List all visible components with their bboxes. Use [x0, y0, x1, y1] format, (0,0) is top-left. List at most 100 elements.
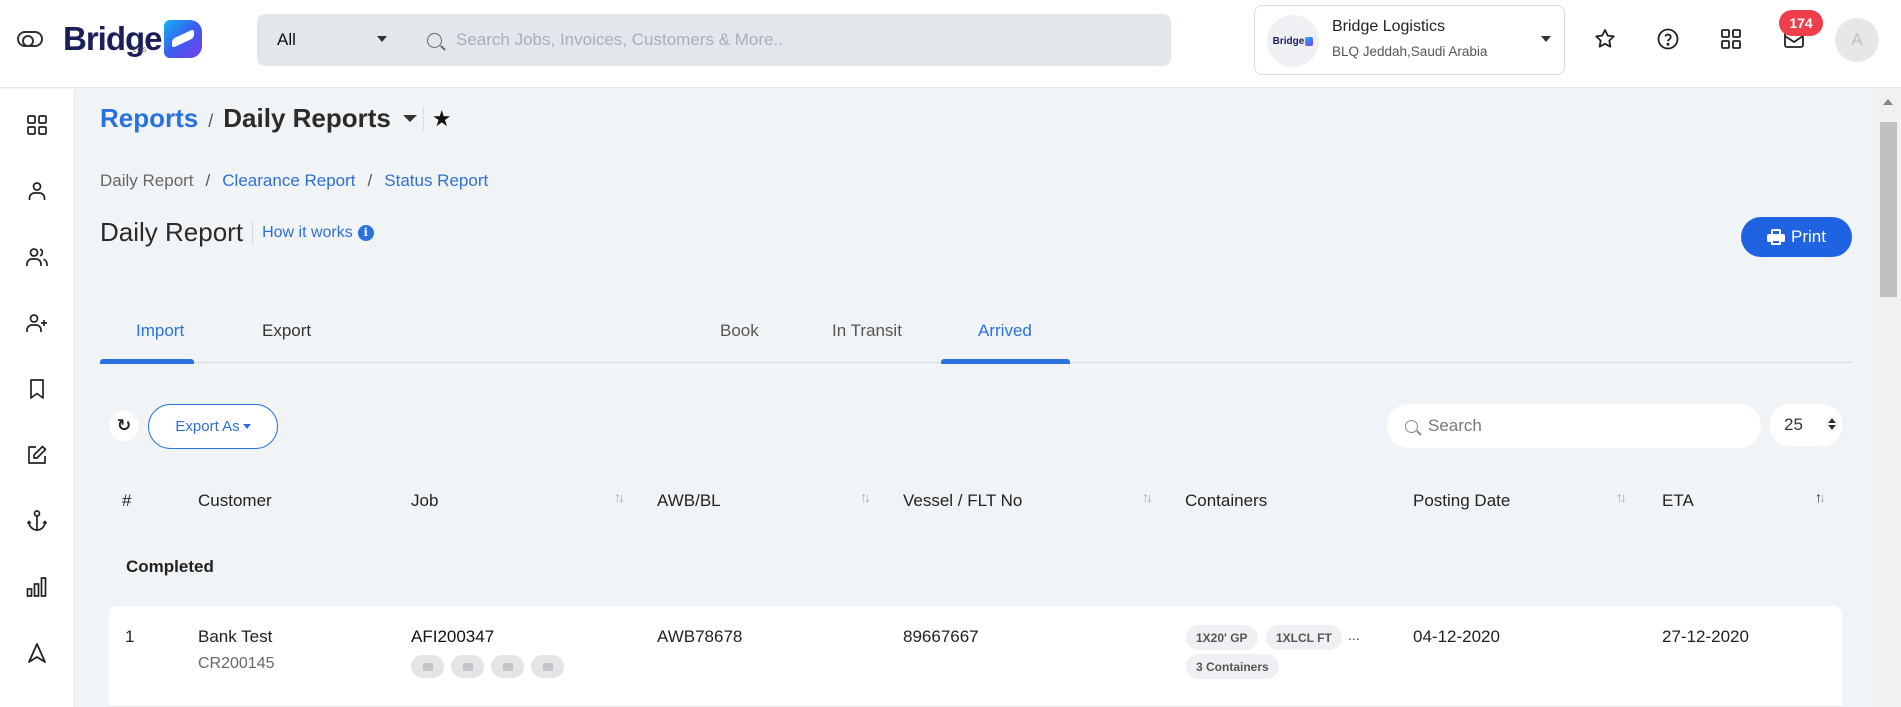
- how-it-works-link[interactable]: How it works i: [262, 224, 374, 242]
- subcrumb-clearance-report[interactable]: Clearance Report: [222, 171, 355, 191]
- grid-icon: [27, 115, 47, 135]
- global-search-input[interactable]: [456, 30, 1136, 50]
- container-chip: 1X20' GP: [1186, 625, 1258, 650]
- ship-icon: [411, 655, 444, 678]
- sidebar-item-user[interactable]: [22, 176, 52, 206]
- search-icon: [427, 32, 442, 48]
- sort-posting-date-icon[interactable]: ↑↓: [1616, 489, 1627, 505]
- containers-count-chip: 3 Containers: [1186, 654, 1279, 679]
- edit-icon: [28, 445, 47, 464]
- favorites-button[interactable]: [1590, 24, 1620, 54]
- column-header-awb-bl[interactable]: AWB/BL: [657, 491, 721, 511]
- search-scope-select[interactable]: All: [257, 14, 409, 66]
- column-header-containers: Containers: [1185, 491, 1268, 510]
- page-scrollbar[interactable]: [1876, 89, 1901, 707]
- sidebar-item-users[interactable]: [22, 242, 52, 272]
- column-header-eta[interactable]: ETA: [1662, 491, 1694, 511]
- printer-icon: [1767, 229, 1786, 245]
- job-mode-icons: [411, 655, 564, 678]
- group-label-completed: Completed: [126, 557, 214, 576]
- row-index: 1: [125, 627, 135, 646]
- column-header-job[interactable]: Job: [411, 491, 438, 511]
- company-switcher[interactable]: Bridge Bridge Logistics BLQ Jeddah,Saudi…: [1254, 5, 1565, 75]
- search-icon: [1405, 419, 1418, 433]
- sidebar-toggle-icon[interactable]: [17, 31, 43, 47]
- favorite-star-icon[interactable]: ★: [432, 106, 452, 132]
- customs-icon: [491, 655, 524, 678]
- notification-badge: 174: [1779, 10, 1823, 36]
- tab-book[interactable]: Book: [720, 321, 759, 341]
- containers-more[interactable]: ...: [1348, 627, 1360, 643]
- top-bar: Bridge LCS All Bridge Bridge Logistics B…: [0, 0, 1901, 88]
- sort-eta-icon[interactable]: ↑↓: [1815, 489, 1826, 505]
- column-header-posting-date[interactable]: Posting Date: [1413, 491, 1510, 511]
- company-name: Bridge Logistics: [1332, 18, 1445, 35]
- sidebar-item-edit[interactable]: [22, 440, 52, 470]
- sidebar: [0, 89, 75, 707]
- table-row[interactable]: [109, 606, 1842, 707]
- tab-arrived-indicator: [941, 359, 1070, 364]
- column-header-vessel-flt[interactable]: Vessel / FLT No: [903, 491, 1022, 511]
- subcrumb-daily-report: Daily Report: [100, 171, 194, 190]
- sidebar-item-add-user[interactable]: [22, 308, 52, 338]
- main-content: Reports / Daily Reports ★ Daily Report /…: [75, 89, 1875, 707]
- table-search-input[interactable]: [1428, 416, 1728, 436]
- sidebar-item-bookmarks[interactable]: [22, 374, 52, 404]
- breadcrumb: Reports / Daily Reports ★: [100, 103, 452, 134]
- breadcrumb-separator: /: [208, 111, 214, 131]
- tab-import-indicator: [100, 359, 194, 364]
- row-customer[interactable]: Bank Test: [198, 627, 272, 647]
- scrollbar-thumb[interactable]: [1880, 122, 1897, 297]
- page-title-row: Daily Report How it works i: [100, 217, 374, 248]
- company-logo-text: Bridge: [1272, 35, 1305, 47]
- global-search-box: [409, 14, 1171, 66]
- navigation-icon: [28, 643, 46, 663]
- export-as-button[interactable]: Export As: [148, 404, 278, 449]
- sidebar-item-anchor[interactable]: [22, 506, 52, 536]
- truck-icon: [531, 655, 564, 678]
- user-plus-icon: [26, 314, 47, 332]
- bookmark-icon: [30, 379, 44, 399]
- user-icon: [28, 182, 46, 200]
- company-logo-mark-icon: [1305, 36, 1314, 46]
- row-vessel-flt: 89667667: [903, 627, 979, 646]
- user-avatar[interactable]: A: [1835, 18, 1879, 62]
- report-dropdown-caret-icon[interactable]: [402, 115, 417, 122]
- how-it-works-label: How it works: [262, 223, 353, 241]
- page-size-select[interactable]: 25: [1770, 404, 1842, 446]
- caret-down-icon: [1541, 36, 1551, 42]
- sort-vessel-icon[interactable]: ↑↓: [1142, 489, 1153, 505]
- company-location: BLQ Jeddah,Saudi Arabia: [1332, 44, 1488, 59]
- sort-awb-icon[interactable]: ↑↓: [860, 489, 871, 505]
- apps-button[interactable]: [1716, 24, 1746, 54]
- breadcrumb-reports-link[interactable]: Reports: [100, 103, 198, 134]
- sidebar-item-navigation[interactable]: [22, 638, 52, 668]
- sidebar-item-dashboard[interactable]: [22, 110, 52, 140]
- star-icon: [1595, 29, 1615, 48]
- tab-in-transit[interactable]: In Transit: [832, 321, 902, 341]
- sort-job-icon[interactable]: ↑↓: [614, 489, 625, 505]
- tab-import[interactable]: Import: [136, 321, 184, 341]
- column-header-customer: Customer: [198, 491, 272, 510]
- tab-export[interactable]: Export: [262, 321, 311, 341]
- subcrumb-separator: /: [367, 171, 373, 190]
- tab-arrived[interactable]: Arrived: [978, 321, 1032, 341]
- row-job[interactable]: AFI200347: [411, 627, 494, 647]
- sidebar-item-reports[interactable]: [22, 572, 52, 602]
- subcrumb-status-report[interactable]: Status Report: [384, 171, 488, 191]
- help-circle-icon: [1657, 28, 1679, 50]
- scroll-up-arrow-icon[interactable]: [1883, 99, 1893, 105]
- refresh-button[interactable]: ↻: [109, 411, 139, 441]
- logo-subtext: LCS: [133, 48, 148, 54]
- row-awb-bl: AWB78678: [657, 627, 743, 646]
- breadcrumb-current: Daily Reports: [223, 103, 391, 133]
- breadcrumb-divider: [422, 106, 424, 131]
- row-customer-code: CR200145: [198, 655, 275, 672]
- row-posting-date: 04-12-2020: [1413, 627, 1500, 646]
- print-label: Print: [1791, 227, 1826, 246]
- help-button[interactable]: [1653, 24, 1683, 54]
- container-chip: 1XLCL FT: [1266, 625, 1342, 650]
- anchor-icon: [26, 510, 48, 531]
- print-button[interactable]: Print: [1741, 217, 1852, 257]
- column-header-index: #: [122, 491, 132, 510]
